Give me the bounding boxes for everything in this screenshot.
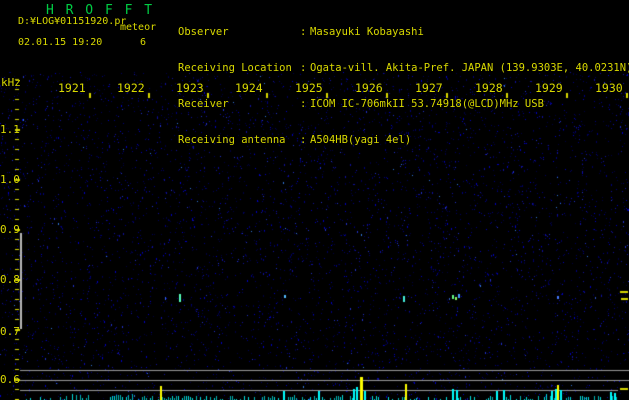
- hrofft-screen: H R O F F T D:¥LOG¥01151920.pr meteor 02…: [0, 0, 629, 400]
- info-row-receiver: Receiver: ICOM IC-706mkII 53.74918(@LCD)M…: [178, 98, 629, 110]
- x-axis-label: 1924: [235, 81, 263, 95]
- info-value: ICOM IC-706mkII 53.74918(@LCD)MHz USB: [310, 98, 544, 110]
- info-value: Masayuki Kobayashi: [310, 26, 424, 38]
- x-axis-label: 1930: [595, 81, 623, 95]
- info-row-antenna: Receiving antenna: A504HB(yagi 4el): [178, 134, 629, 146]
- info-label: Receiving antenna: [178, 134, 286, 146]
- x-axis-label: 1928: [475, 81, 503, 95]
- y-axis-label: 1.0: [0, 173, 20, 186]
- y-axis-label: 0.8: [0, 273, 20, 286]
- x-axis-label: 1921: [58, 81, 86, 95]
- x-axis-label: 1922: [117, 81, 145, 95]
- info-value: Ogata-vill. Akita-Pref. JAPAN (139.9303E…: [310, 62, 629, 74]
- info-label: Receiving Location: [178, 62, 292, 74]
- info-value: A504HB(yagi 4el): [310, 134, 412, 146]
- info-row-location: Receiving Location: Ogata-vill. Akita-Pre…: [178, 62, 629, 74]
- y-axis-label: 0.7: [0, 325, 20, 338]
- mode-label: meteor: [120, 22, 157, 33]
- y-axis-label: 0.6: [0, 373, 20, 386]
- y-axis-label: 1.1: [0, 123, 20, 136]
- x-axis-label: 1926: [355, 81, 383, 95]
- x-axis-label: 1925: [295, 81, 323, 95]
- y-axis-label: 0.9: [0, 223, 20, 236]
- info-separator: :: [300, 26, 307, 38]
- log-file-path: D:¥LOG¥01151920.pr: [18, 16, 127, 27]
- y-axis-unit: kHz: [1, 76, 21, 89]
- x-axis-label: 1929: [535, 81, 563, 95]
- x-axis-label: 1927: [415, 81, 443, 95]
- datetime-label: 02.01.15 19:20: [18, 37, 103, 48]
- echo-count: 6: [140, 37, 147, 48]
- info-label: Receiver: [178, 98, 229, 110]
- info-separator: :: [300, 62, 307, 74]
- info-separator: :: [300, 134, 307, 146]
- info-label: Observer: [178, 26, 229, 38]
- info-row-observer: Observer: Masayuki Kobayashi: [178, 26, 629, 38]
- x-axis-label: 1923: [176, 81, 204, 95]
- info-separator: :: [300, 98, 307, 110]
